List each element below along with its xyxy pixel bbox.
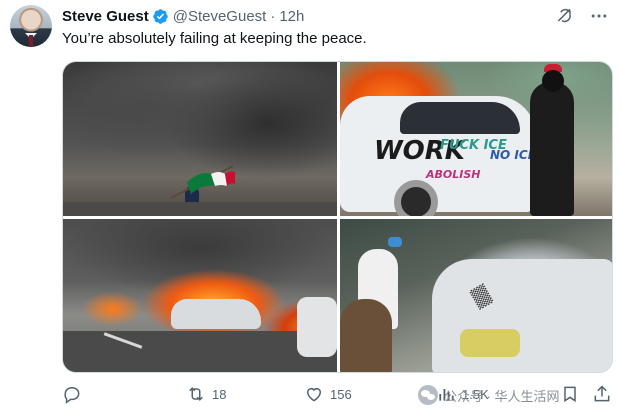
like-button[interactable]: 156 (304, 384, 352, 404)
header-icons (555, 6, 609, 26)
media-grid: WORK FUCK ICE ABOLISH NO ICE ▒▒ (62, 61, 613, 373)
road (63, 331, 337, 372)
grok-icon[interactable] (555, 6, 575, 26)
author-handle[interactable]: @SteveGuest (173, 8, 267, 25)
yellow-paint (460, 329, 520, 357)
author-avatar[interactable] (10, 5, 52, 47)
watermark-text: 公众号 · 华人生活网 (444, 388, 560, 404)
more-icon[interactable] (589, 6, 609, 26)
car-wheel (394, 180, 438, 216)
mexican-flag (170, 165, 235, 199)
repost-count: 18 (212, 386, 227, 402)
media-photo-3[interactable] (63, 219, 337, 372)
graffiti-text: ABOLISH (426, 168, 481, 181)
like-count: 156 (330, 386, 352, 402)
vandalized-car (432, 259, 612, 372)
header-separator: · (270, 7, 276, 25)
watermark: 公众号 · 华人生活网 (418, 385, 560, 405)
media-photo-4[interactable]: ▒▒ (340, 219, 612, 372)
crowd-person-front (340, 299, 392, 372)
face-mask (388, 237, 402, 247)
street-line (63, 202, 337, 216)
bookmark-icon (564, 386, 576, 403)
media-photo-2[interactable]: WORK FUCK ICE ABOLISH NO ICE (340, 62, 612, 216)
reply-button[interactable] (62, 384, 88, 404)
mask (542, 70, 564, 92)
reply-icon (64, 387, 80, 404)
share-icon (594, 385, 610, 402)
car-right (297, 297, 337, 357)
verified-badge-icon (152, 8, 168, 24)
graffiti-text: NO ICE (490, 148, 536, 162)
car-window (400, 102, 520, 134)
repost-button[interactable]: 18 (186, 384, 226, 404)
bookmark-button[interactable] (560, 384, 580, 404)
heart-icon (307, 388, 321, 402)
author-name[interactable]: Steve Guest (62, 8, 149, 25)
repost-icon (189, 387, 203, 401)
tweet-timestamp[interactable]: 12h (279, 8, 304, 25)
share-button[interactable] (592, 384, 612, 404)
avatar-tie (29, 35, 33, 47)
tweet-text: You’re absolutely failing at keeping the… (62, 30, 367, 47)
burning-car (171, 299, 261, 329)
media-photo-1[interactable] (63, 62, 337, 216)
masked-protester (530, 82, 574, 216)
wechat-logo-icon (418, 385, 438, 405)
tweet-header: Steve Guest @SteveGuest · 12h (62, 6, 304, 26)
